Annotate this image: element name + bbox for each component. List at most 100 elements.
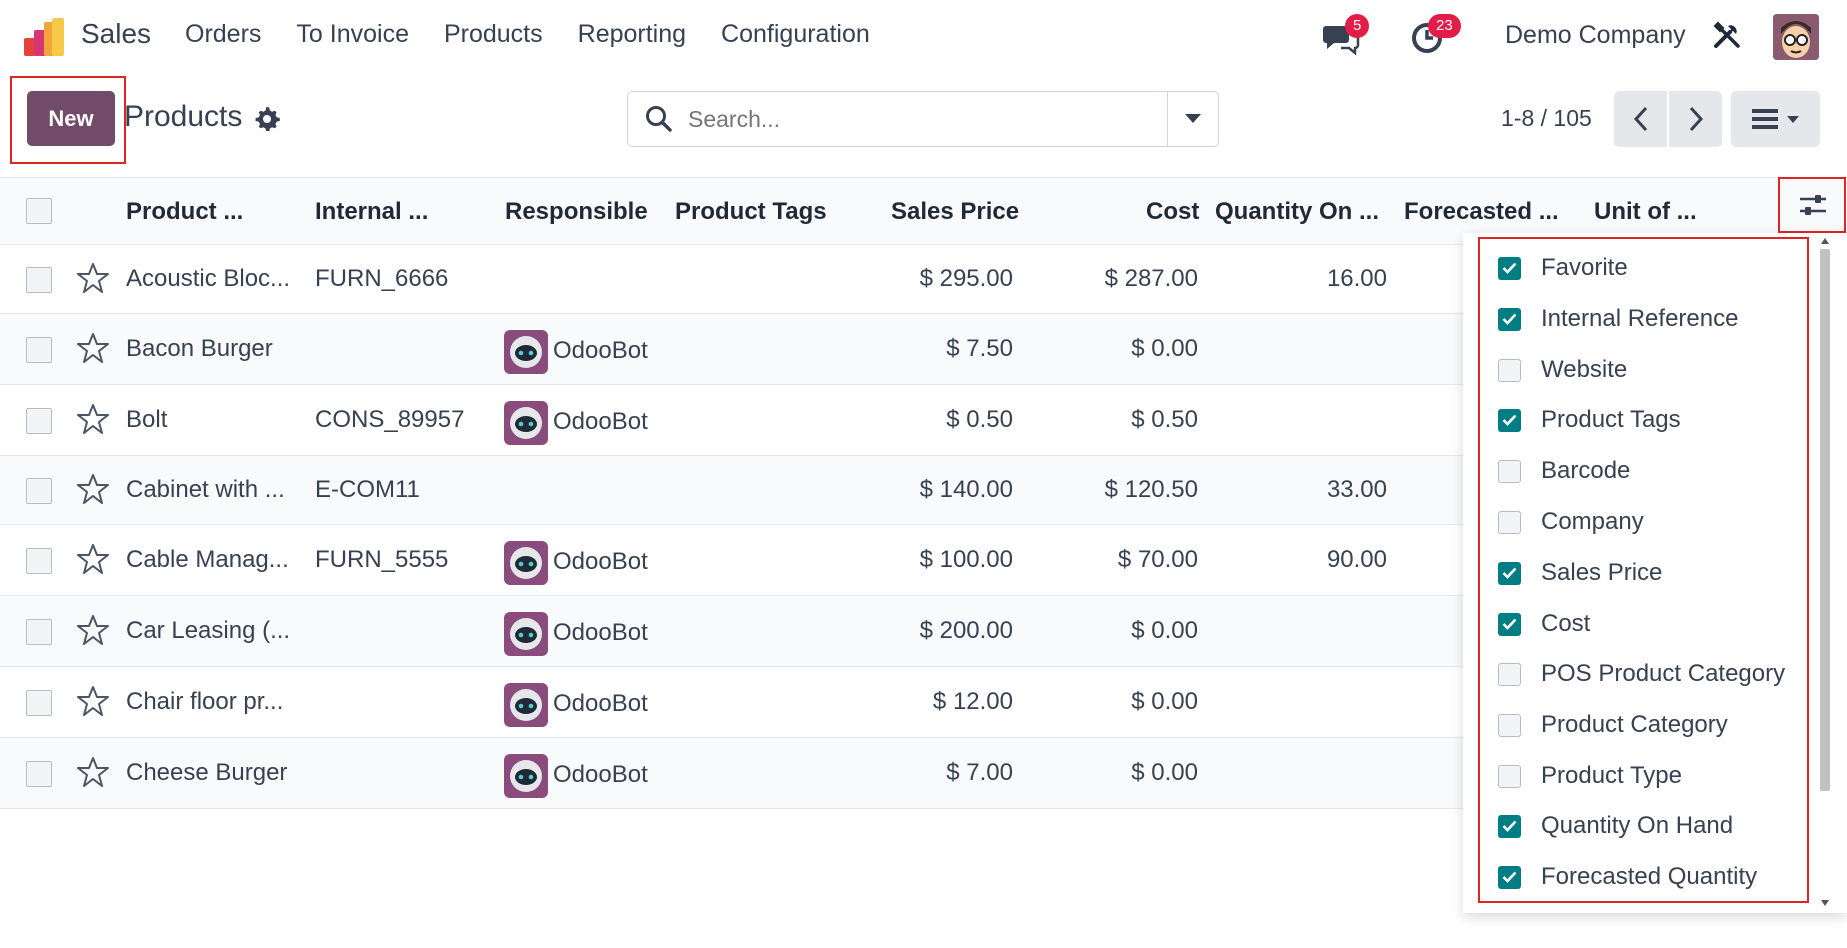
cell-cost: $ 0.00 <box>1131 617 1198 644</box>
cell-cost: $ 287.00 <box>1104 265 1198 292</box>
app-name[interactable]: Sales <box>81 18 151 50</box>
sales-app-logo-icon[interactable] <box>24 18 66 56</box>
menu-orders[interactable]: Orders <box>185 20 261 49</box>
cell-responsible: OdooBot <box>553 548 648 575</box>
new-button[interactable]: New <box>27 91 115 146</box>
debug-tools-icon[interactable] <box>1712 20 1742 50</box>
cell-cost: $ 0.00 <box>1131 335 1198 362</box>
cell-product-name[interactable]: Cable Manag... <box>126 546 289 574</box>
select-all-checkbox[interactable] <box>26 198 52 224</box>
cell-product-name[interactable]: Bacon Burger <box>126 335 273 363</box>
chevron-left-icon <box>1633 106 1647 132</box>
cell-quantity-on-hand: 33.00 <box>1326 476 1387 503</box>
favorite-star-icon[interactable] <box>77 614 109 646</box>
scroll-up-arrow-icon[interactable] <box>1820 237 1830 245</box>
odoobot-avatar <box>504 754 548 798</box>
column-header-product[interactable]: Product ... <box>126 198 243 226</box>
cell-quantity-on-hand: 90.00 <box>1326 546 1387 573</box>
cell-cost: $ 120.50 <box>1104 476 1198 503</box>
favorite-star-icon[interactable] <box>77 403 109 435</box>
row-checkbox[interactable] <box>26 267 52 293</box>
column-header-quantity-on-hand[interactable]: Quantity On ... <box>1215 198 1379 226</box>
column-header-internal-reference[interactable]: Internal ... <box>315 198 428 226</box>
search-icon <box>646 106 672 132</box>
cell-cost: $ 0.00 <box>1131 759 1198 786</box>
favorite-star-icon[interactable] <box>77 756 109 788</box>
column-header-unit-of-measure[interactable]: Unit of ... <box>1594 198 1697 226</box>
column-header-product-tags[interactable]: Product Tags <box>675 198 827 226</box>
favorite-star-icon[interactable] <box>77 262 109 294</box>
column-header-cost[interactable]: Cost <box>1146 198 1199 226</box>
cell-product-name[interactable]: Cheese Burger <box>126 759 287 787</box>
caret-down-icon <box>1786 115 1799 123</box>
cell-product-name[interactable]: Chair floor pr... <box>126 688 283 716</box>
optional-columns-list-highlight <box>1478 237 1809 903</box>
robot-icon <box>510 689 542 721</box>
cell-internal-reference: FURN_6666 <box>315 265 449 292</box>
pager-value[interactable]: 1-8 / 105 <box>1501 105 1592 132</box>
robot-icon <box>510 336 542 368</box>
cell-cost: $ 0.00 <box>1131 688 1198 715</box>
company-switcher[interactable]: Demo Company <box>1505 21 1686 50</box>
pager-next-button[interactable] <box>1669 91 1722 147</box>
user-avatar[interactable] <box>1773 14 1819 60</box>
scroll-down-arrow-icon[interactable] <box>1820 899 1830 907</box>
cell-product-name[interactable]: Acoustic Bloc... <box>126 265 290 293</box>
row-checkbox[interactable] <box>26 761 52 787</box>
cell-sales-price: $ 12.00 <box>932 688 1013 715</box>
cell-responsible: OdooBot <box>553 408 648 435</box>
view-switcher-button[interactable] <box>1731 91 1820 147</box>
row-checkbox[interactable] <box>26 337 52 363</box>
chevron-right-icon <box>1689 106 1703 132</box>
cell-responsible: OdooBot <box>553 761 648 788</box>
optional-columns-toggle[interactable] <box>1780 178 1846 232</box>
caret-down-icon <box>1185 114 1201 123</box>
odoobot-avatar <box>504 541 548 585</box>
row-checkbox[interactable] <box>26 690 52 716</box>
favorite-star-icon[interactable] <box>77 543 109 575</box>
page-title: Products <box>124 100 243 133</box>
odoobot-avatar <box>504 612 548 656</box>
favorite-star-icon[interactable] <box>77 332 109 364</box>
row-checkbox[interactable] <box>26 619 52 645</box>
cell-quantity-on-hand: 16.00 <box>1326 265 1387 292</box>
pager-previous-button[interactable] <box>1614 91 1667 147</box>
menu-to-invoice[interactable]: To Invoice <box>296 20 409 49</box>
cell-internal-reference: E-COM11 <box>315 476 420 503</box>
favorite-star-icon[interactable] <box>77 685 109 717</box>
menu-configuration[interactable]: Configuration <box>721 20 870 49</box>
cell-internal-reference: FURN_5555 <box>315 546 449 573</box>
cell-product-name[interactable]: Car Leasing (... <box>126 617 290 645</box>
column-header-sales-price[interactable]: Sales Price <box>891 198 1019 226</box>
gear-icon[interactable] <box>254 105 280 131</box>
column-header-forecasted-quantity[interactable]: Forecasted ... <box>1404 198 1559 226</box>
search-input[interactable] <box>688 104 1188 134</box>
menu-products[interactable]: Products <box>444 20 543 49</box>
column-header-responsible[interactable]: Responsible <box>505 198 648 226</box>
favorite-star-icon[interactable] <box>77 473 109 505</box>
cell-sales-price: $ 295.00 <box>919 265 1013 292</box>
cell-cost: $ 0.50 <box>1131 406 1198 433</box>
search-options-toggle[interactable] <box>1167 92 1218 146</box>
row-checkbox[interactable] <box>26 408 52 434</box>
search-bar <box>627 91 1219 147</box>
cell-cost: $ 70.00 <box>1117 546 1198 573</box>
row-checkbox[interactable] <box>26 548 52 574</box>
cell-responsible: OdooBot <box>553 619 648 646</box>
robot-icon <box>510 407 542 439</box>
robot-icon <box>510 618 542 650</box>
cell-product-name[interactable]: Cabinet with ... <box>126 476 285 504</box>
user-avatar-icon <box>1773 14 1819 60</box>
dropdown-scrollbar[interactable] <box>1820 249 1830 791</box>
odoobot-avatar <box>504 401 548 445</box>
row-checkbox[interactable] <box>26 478 52 504</box>
list-view-icon <box>1751 109 1778 129</box>
menu-reporting[interactable]: Reporting <box>578 20 686 49</box>
main-menu: Orders To Invoice Products Reporting Con… <box>185 20 905 49</box>
activities-badge: 23 <box>1428 14 1461 38</box>
cell-product-name[interactable]: Bolt <box>126 406 167 434</box>
top-navbar: Sales Orders To Invoice Products Reporti… <box>0 0 1847 74</box>
robot-icon <box>510 760 542 792</box>
cell-internal-reference: CONS_89957 <box>315 406 465 433</box>
cell-sales-price: $ 7.00 <box>946 759 1013 786</box>
